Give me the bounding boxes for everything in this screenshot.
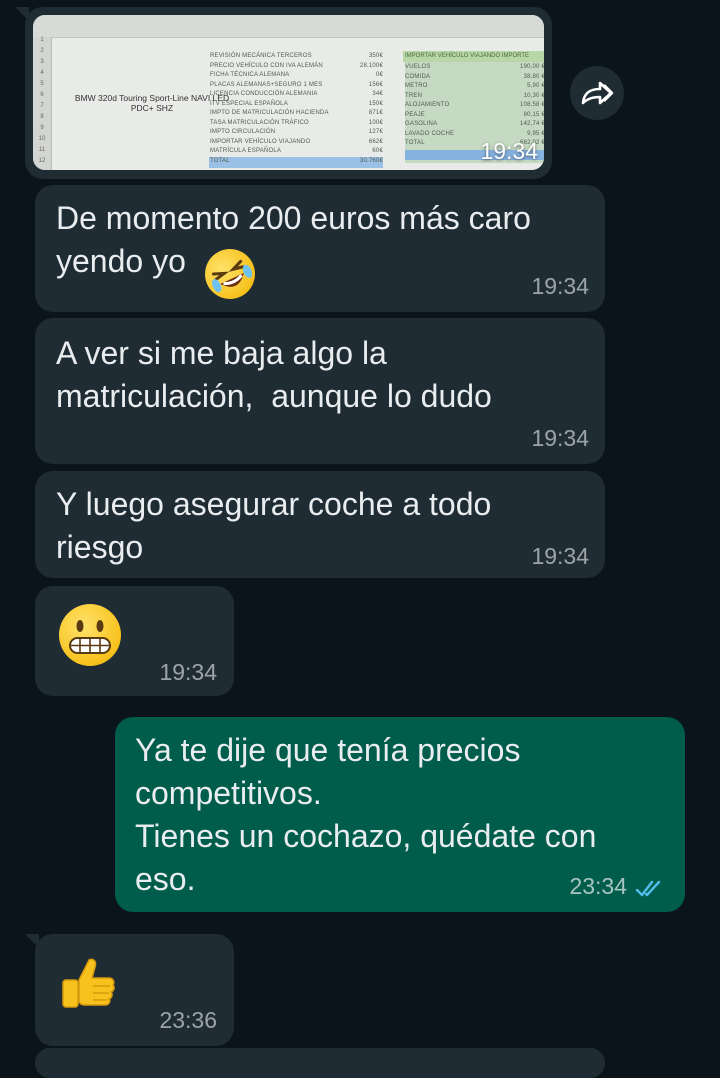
message-time: 23:34: [569, 873, 627, 899]
image-message[interactable]: 123456 7 8 9 10 11 12 BMW 320d Touring Sport-…: [15, 7, 552, 179]
thumbs-up-emoji: [62, 958, 115, 1008]
message-time: 19:34: [531, 273, 589, 299]
message-incoming[interactable]: A ver si me baja algo la matriculación, …: [35, 318, 605, 464]
message-incoming[interactable]: De momento 200 euros más caro yendo yo 1…: [35, 185, 605, 312]
message-incoming[interactable]: Y luego asegurar coche a todo riesgo 19:…: [35, 471, 605, 578]
sheet-cost-labels: REVISIÓN MECÁNICA TERCEROS PRECIO VEHÍCU…: [210, 53, 329, 164]
message-incoming[interactable]: 19:34: [35, 586, 234, 696]
message-time: 23:36: [159, 1007, 217, 1033]
sheet-cost-values: 350€ 28.100€ 0€ 156€ 34€ 150€ 871€ 100€ …: [359, 53, 383, 164]
message-text: Y luego asegurar coche a todo riesgo: [56, 486, 492, 565]
message-time: 19:34: [159, 659, 217, 685]
message-time: 19:34: [531, 425, 589, 451]
forward-button[interactable]: [570, 66, 624, 120]
forward-icon: [581, 81, 614, 105]
message-time: 19:34: [480, 138, 538, 164]
message-text: A ver si me baja algo la matriculación, …: [56, 335, 492, 414]
double-check-icon: [635, 880, 661, 897]
spreadsheet-image[interactable]: 123456 7 8 9 10 11 12 BMW 320d Touring Sport-…: [33, 15, 544, 170]
message-text: Ya te dije que tenía precios competitivo…: [135, 732, 597, 897]
bubble-tail: [25, 934, 39, 948]
sheet-car-label: BMW 320d Touring Sport-Line NAVI LED PDC…: [74, 93, 230, 113]
bubble-tail: [15, 7, 29, 21]
message-outgoing[interactable]: Ya te dije que tenía precios competitivo…: [115, 717, 685, 912]
message-incoming[interactable]: 23:36: [25, 934, 234, 1046]
sheet-trip-values: 190,00 € 38,80 € 5,90 € 10,30 € 108,58 €…: [520, 64, 544, 146]
grimacing-face-emoji: [59, 604, 121, 666]
sheet-trip-header: IMPORTAR VEHÍCULO VIAJANDO IMPORTE: [403, 51, 544, 62]
message-incoming-partial[interactable]: [35, 1048, 605, 1078]
message-time: 19:34: [531, 543, 589, 569]
sheet-row-numbers: 123456 7 8 9 10 11 12: [33, 37, 52, 170]
sheet-column-header: [33, 15, 544, 38]
message-text: De momento 200 euros más caro yendo yo: [56, 200, 531, 279]
